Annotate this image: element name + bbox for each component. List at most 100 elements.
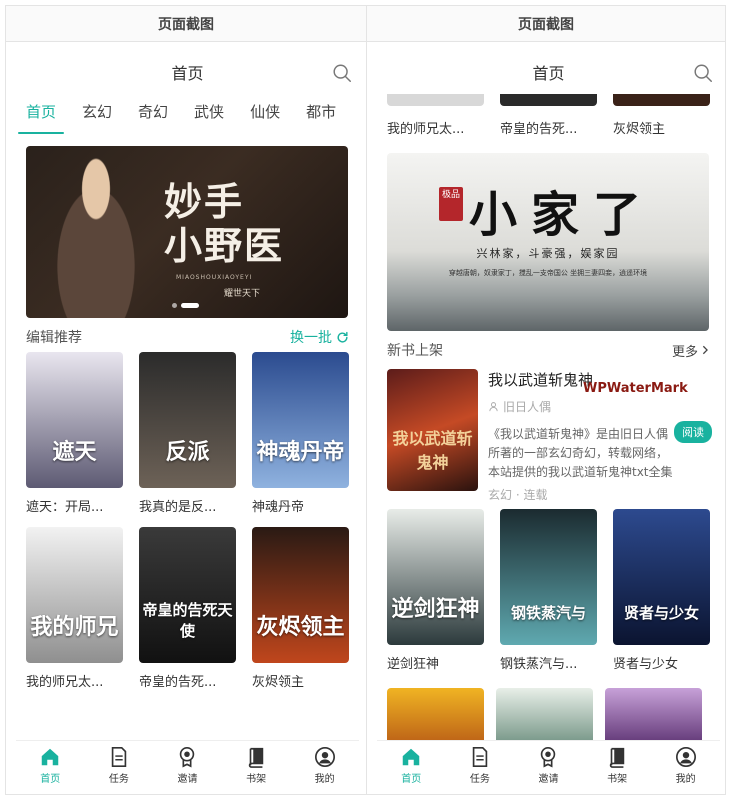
banner-title-line2: 小野医	[164, 223, 285, 268]
tab-xianxia[interactable]: 仙侠	[250, 94, 280, 134]
nav-home[interactable]: 首页	[22, 746, 78, 785]
right-phone-screen: 首页 我的师兄太... 帝皇的告死... 灰烬领主 极品 小家了 兴林家，斗豪强…	[377, 50, 720, 790]
book-title: 灰烬领主	[252, 675, 305, 690]
book-cover[interactable]: 我的师兄	[26, 527, 123, 663]
tab-dushi[interactable]: 都市	[306, 94, 336, 134]
book-card[interactable]: 遮天遮天：开局...	[26, 352, 123, 515]
book-title: 钢铁蒸汽与...	[500, 657, 578, 672]
nav-mine[interactable]: 我的	[658, 746, 714, 785]
featured-book-description: 《我以武道斩鬼神》是由旧日人偶所著的一部玄幻奇幻，转载网络，本站提供的我以武道斩…	[488, 427, 673, 479]
carousel-dots[interactable]	[172, 303, 199, 308]
nav-task[interactable]: 任务	[91, 746, 147, 785]
medal-icon	[180, 747, 195, 768]
book-cover-partial[interactable]	[605, 688, 702, 748]
nav-invite[interactable]: 邀请	[520, 746, 576, 785]
book-cover-text: 我的师兄	[30, 614, 119, 640]
book-title: 贤者与少女	[613, 657, 679, 672]
nav-bookshelf-label: 书架	[607, 774, 628, 785]
read-button[interactable]: 阅读	[674, 421, 712, 443]
section-header-editor: 编辑推荐 换一批	[26, 322, 349, 352]
user-icon	[489, 402, 498, 412]
bottom-nav: 首页 任务 邀请 书架 我的	[377, 740, 720, 790]
refresh-icon	[337, 331, 348, 343]
book-title: 帝皇的告死...	[500, 122, 578, 137]
book-card[interactable]: 反派我真的是反...	[139, 352, 236, 515]
user-icon	[314, 747, 335, 767]
book-cover-text: 神魂丹帝	[256, 439, 345, 465]
book-title: 我真的是反...	[139, 500, 217, 515]
book-cover-text: 钢铁蒸汽与	[510, 604, 586, 622]
book-title: 神魂丹帝	[252, 500, 305, 515]
refresh-label: 换一批	[290, 330, 332, 346]
more-label: 更多	[671, 344, 698, 360]
book-cover-partial[interactable]	[496, 688, 593, 748]
book-card[interactable]: 帝皇的告死天使帝皇的告死...	[139, 527, 236, 690]
book-grid: 遮天 遮天：开局... 反派 我真的是反... 神魂丹帝 神魂丹帝 我的师兄 我的师兄太...…	[16, 352, 359, 702]
book-title: 帝皇的告死...	[139, 675, 217, 690]
book-card[interactable]: 钢铁蒸汽与钢铁蒸汽与...	[500, 509, 597, 672]
book-cover[interactable]: 遮天	[26, 352, 123, 488]
nav-home[interactable]: 首页	[383, 746, 439, 785]
page-title: 首页	[171, 64, 204, 83]
nav-bookshelf[interactable]: 书架	[228, 746, 284, 785]
tab-home[interactable]: 首页	[17, 94, 65, 134]
book-cover-text: 反派	[165, 439, 210, 465]
nav-bookshelf[interactable]: 书架	[589, 746, 645, 785]
book-card[interactable]: 灰烬领主 灰烬领主	[252, 527, 349, 690]
book-title: 遮天：开局...	[26, 500, 104, 515]
book-card[interactable]: 我的师兄我的师兄太...	[26, 527, 123, 690]
refresh-button[interactable]: 换一批	[290, 327, 349, 347]
next-book-row-partial	[377, 688, 720, 748]
book-title: 灰烬领主	[613, 122, 666, 137]
book-cover-text: 帝皇的告死天使	[142, 601, 233, 640]
featured-book[interactable]: 我以武道斩鬼神 我以武道斩鬼神 旧日人偶 《我以武道斩鬼神》是由旧日人偶所著的一…	[377, 365, 720, 502]
category-tabs: 首页 玄幻 奇幻 武侠 仙侠 都市 历史	[16, 94, 359, 134]
document-icon	[472, 747, 488, 767]
book-grid: 逆剑狂神 逆剑狂神 钢铁蒸汽与 钢铁蒸汽与... 贤者与少女 贤者与少女	[377, 509, 720, 684]
home-icon	[403, 748, 420, 766]
banner-seal: 极品	[439, 187, 463, 221]
book-cover[interactable]: 钢铁蒸汽与	[500, 509, 597, 645]
book-cover[interactable]: 灰烬领主	[252, 527, 349, 663]
book-icon	[609, 747, 625, 768]
nav-invite[interactable]: 邀请	[159, 746, 215, 785]
carousel-dot[interactable]	[172, 303, 177, 308]
book-cover[interactable]: 神魂丹帝	[252, 352, 349, 488]
more-link[interactable]: 更多	[672, 341, 710, 360]
book-cover[interactable]: 逆剑狂神	[387, 509, 484, 645]
tab-qihuan[interactable]: 奇幻	[138, 94, 168, 134]
right-panel: 页面截图 首页 我的师兄太... 帝皇的告死... 灰烬领主 极品 小家了 兴林…	[367, 6, 725, 794]
promo-banner[interactable]: 极品 小家了 兴林家，斗豪强，娱家园 穿越唐朝，奴隶家丁，搅乱一支帝国公 坐拥三…	[387, 153, 709, 331]
right-frame-header: 页面截图	[367, 6, 725, 42]
banner-brand: 耀世天下	[224, 289, 261, 299]
book-cover-partial[interactable]	[387, 688, 484, 748]
book-card[interactable]: 逆剑狂神 逆剑狂神	[387, 509, 484, 672]
left-panel: 页面截图 首页 首页 玄幻 奇幻 武侠 仙侠 都市 历史 妙手 小野医	[6, 6, 367, 794]
carousel-dot-active[interactable]	[181, 303, 199, 308]
section-header-new: 新书上架 更多	[387, 335, 710, 365]
book-cover-text: 灰烬领主	[256, 614, 345, 640]
home-icon	[42, 748, 59, 766]
tab-xuanhuan[interactable]: 玄幻	[82, 94, 112, 134]
promo-banner[interactable]: 妙手 小野医 MIAOSHOUXIAOYEYI 耀世天下	[26, 146, 348, 318]
nav-task[interactable]: 任务	[452, 746, 508, 785]
book-card[interactable]: 贤者与少女 贤者与少女	[613, 509, 710, 672]
search-icon[interactable]	[692, 62, 714, 84]
tab-wuxia[interactable]: 武侠	[194, 94, 224, 134]
nav-invite-label: 邀请	[538, 774, 559, 785]
banner-title-line1: 妙手	[164, 179, 245, 224]
search-icon[interactable]	[331, 62, 353, 84]
book-title: 我的师兄太...	[26, 675, 104, 690]
book-card[interactable]: 神魂丹帝 神魂丹帝	[252, 352, 349, 515]
nav-bookshelf-label: 书架	[246, 774, 267, 785]
featured-book-cover[interactable]: 我以武道斩鬼神	[387, 369, 478, 491]
nav-mine[interactable]: 我的	[297, 746, 353, 785]
book-cover[interactable]: 反派	[139, 352, 236, 488]
book-cover[interactable]: 帝皇的告死天使	[139, 527, 236, 663]
screenshot-frame: 页面截图 首页 首页 玄幻 奇幻 武侠 仙侠 都市 历史 妙手 小野医	[5, 5, 726, 795]
book-icon	[248, 747, 264, 768]
book-cover[interactable]: 贤者与少女	[613, 509, 710, 645]
banner-tagline: 兴林家，斗豪强，娱家园	[476, 247, 620, 260]
author-name: 旧日人偶	[503, 400, 552, 414]
page-title: 首页	[532, 64, 565, 83]
